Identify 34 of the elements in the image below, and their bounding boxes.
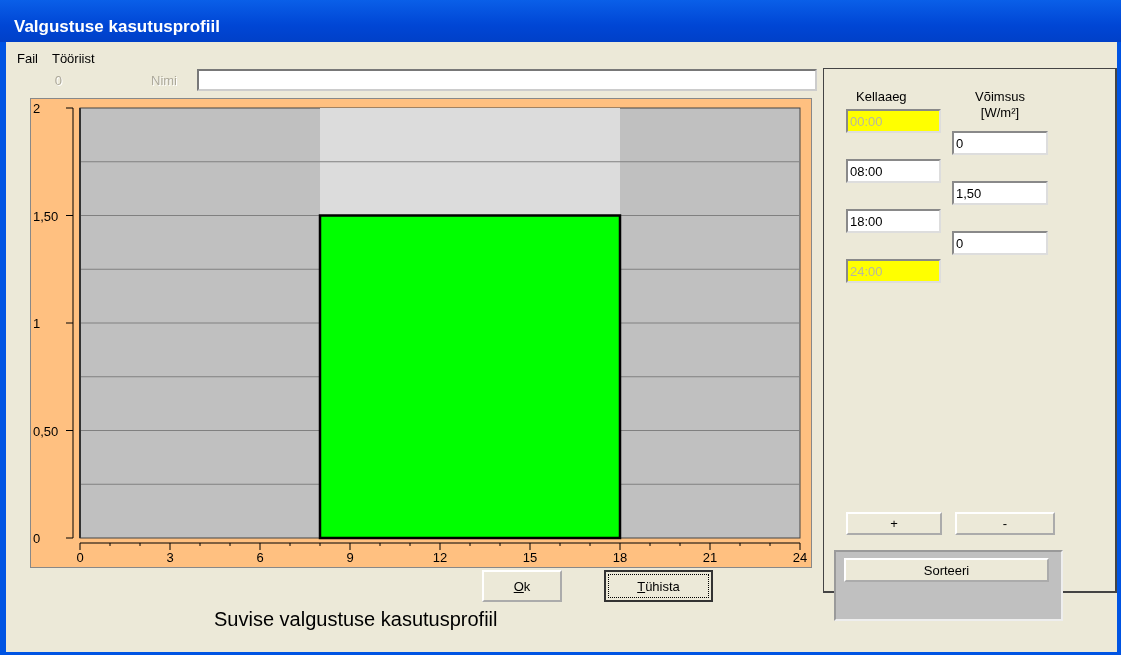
x-tick-label: 3: [166, 550, 174, 565]
power-field[interactable]: 0: [952, 131, 1048, 155]
ok-button[interactable]: Ok: [482, 570, 562, 602]
add-button[interactable]: +: [846, 512, 942, 535]
y-tick-label: 1: [33, 316, 41, 331]
power-header: Võimsus: [974, 89, 1026, 105]
power-field[interactable]: 1,50: [952, 181, 1048, 205]
menu-item[interactable]: Tööriist: [51, 51, 95, 68]
name-label: Nimi: [151, 72, 177, 88]
time-field[interactable]: 08:00: [846, 159, 941, 183]
x-tick-label: 21: [702, 550, 718, 565]
remove-button[interactable]: -: [955, 512, 1055, 535]
y-tick-label: 2: [33, 101, 41, 116]
x-tick-label: 9: [346, 550, 354, 565]
x-tick-label: 18: [612, 550, 628, 565]
chart-caption: Suvise valgustuse kasutusprofiil: [214, 608, 499, 631]
time-header: Kellaaeg: [856, 89, 907, 106]
x-tick-label: 15: [522, 550, 538, 565]
y-tick-label: 0: [33, 531, 41, 546]
power-field[interactable]: 0: [952, 231, 1048, 255]
profile-number: 0: [53, 72, 62, 88]
y-tick-label: 1,50: [33, 208, 59, 224]
window-title: Valgustuse kasutusprofiil: [0, 0, 1121, 42]
menu-item[interactable]: Fail: [17, 51, 38, 68]
power-header: [W/m²]: [979, 105, 1021, 121]
y-tick-label: 0,50: [33, 423, 59, 439]
x-tick-label: 12: [432, 550, 448, 565]
x-tick-label: 0: [76, 550, 84, 565]
x-tick-label: 24: [792, 550, 808, 565]
name-field[interactable]: [197, 69, 817, 91]
sort-button[interactable]: Sorteeri: [844, 558, 1049, 582]
cancel-button[interactable]: Tühista: [604, 570, 713, 602]
time-field[interactable]: 18:00: [846, 209, 941, 233]
x-tick-label: 6: [256, 550, 264, 565]
